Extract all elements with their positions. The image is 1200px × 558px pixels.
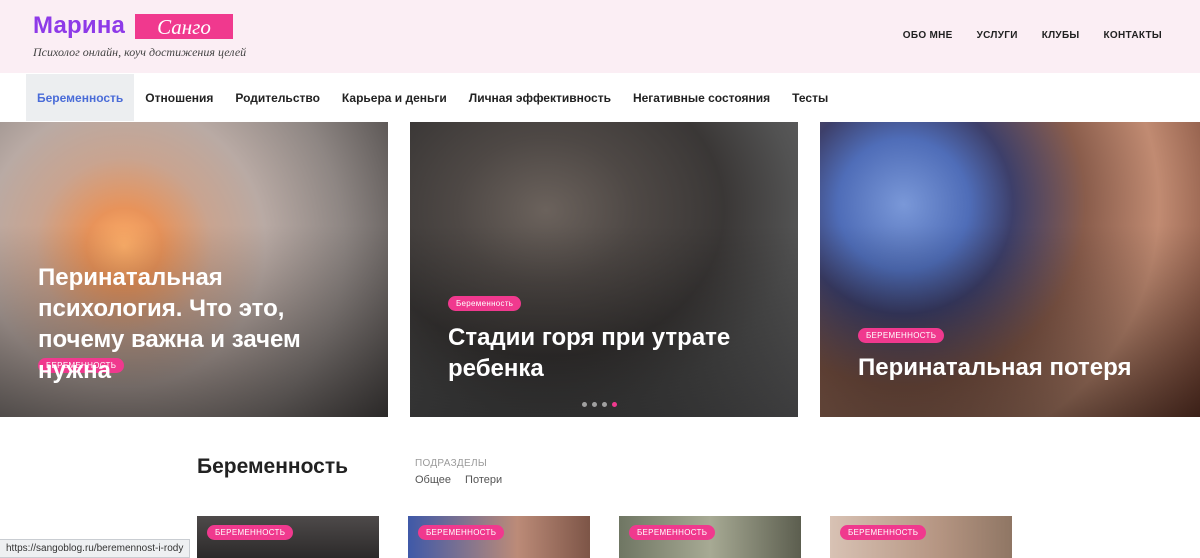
logo-first-name: Марина [33, 12, 126, 39]
category-career-money[interactable]: Карьера и деньги [331, 74, 458, 121]
category-badge[interactable]: БЕРЕМЕННОСТЬ [629, 525, 716, 540]
category-nav: Беременность Отношения Родительство Карь… [26, 74, 839, 121]
logo-last-name: Санго [135, 13, 233, 39]
nav-contacts[interactable]: КОНТАКТЫ [1104, 30, 1162, 41]
category-pregnancy[interactable]: Беременность [26, 74, 135, 121]
slider-dot[interactable] [582, 402, 587, 407]
subsection-losses[interactable]: Потери [465, 474, 502, 486]
category-badge[interactable]: БЕРЕМЕННОСТЬ [207, 525, 294, 540]
slider-dot[interactable] [602, 402, 607, 407]
category-negative-states[interactable]: Негативные состояния [622, 74, 781, 121]
category-parenting[interactable]: Родительство [224, 74, 331, 121]
slide-title[interactable]: Перинатальная потеря [858, 352, 1188, 383]
featured-slide-1[interactable]: БЕРЕМЕННОСТЬ Перинатальная психология. Ч… [0, 122, 388, 417]
slider-dot-active[interactable] [612, 402, 617, 407]
category-tests[interactable]: Тесты [781, 74, 839, 121]
category-badge[interactable]: Беременность [448, 296, 522, 311]
subsections-list: Общее Потери [415, 474, 502, 486]
slider-dot[interactable] [592, 402, 597, 407]
category-badge[interactable]: БЕРЕМЕННОСТЬ [840, 525, 927, 540]
site-logo[interactable]: Марина Санго [33, 12, 233, 40]
article-card[interactable]: БЕРЕМЕННОСТЬ [197, 516, 379, 558]
nav-clubs[interactable]: КЛУБЫ [1042, 30, 1080, 41]
top-nav: ОБО МНЕ УСЛУГИ КЛУБЫ КОНТАКТЫ [903, 30, 1162, 41]
featured-slide-2[interactable]: Беременность Стадии горя при утрате ребе… [410, 122, 798, 417]
section-title: Беременность [197, 455, 349, 478]
category-badge[interactable]: БЕРЕМЕННОСТЬ [858, 328, 945, 343]
slide-title[interactable]: Стадии горя при утрате ребенка [448, 322, 778, 384]
article-card[interactable]: БЕРЕМЕННОСТЬ [619, 516, 801, 558]
subsection-general[interactable]: Общее [415, 474, 451, 486]
site-tagline: Психолог онлайн, коуч достижения целей [33, 45, 247, 59]
site-header: Марина Санго Психолог онлайн, коуч дости… [0, 0, 1200, 73]
category-badge[interactable]: БЕРЕМЕННОСТЬ [418, 525, 505, 540]
subsections-heading: ПОДРАЗДЕЛЫ [415, 458, 487, 469]
featured-slide-3[interactable]: БЕРЕМЕННОСТЬ Перинатальная потеря [820, 122, 1200, 417]
slide-title[interactable]: Перинатальная психология. Что это, почем… [38, 262, 368, 386]
article-card[interactable]: БЕРЕМЕННОСТЬ [408, 516, 590, 558]
category-personal-efficiency[interactable]: Личная эффективность [458, 74, 622, 121]
nav-about[interactable]: ОБО МНЕ [903, 30, 953, 41]
slider-dots [582, 402, 617, 407]
browser-status-bar: https://sangoblog.ru/beremennost-i-rody [0, 539, 191, 558]
article-card[interactable]: БЕРЕМЕННОСТЬ [830, 516, 1012, 558]
category-relationships[interactable]: Отношения [134, 74, 224, 121]
nav-services[interactable]: УСЛУГИ [977, 30, 1018, 41]
